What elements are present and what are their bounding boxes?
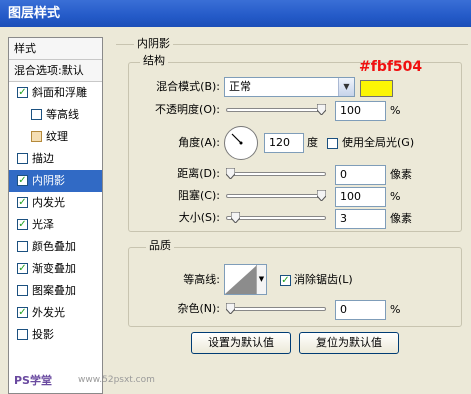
slider-thumb[interactable] [316, 103, 327, 116]
choke-label: 阻塞(C): [178, 189, 220, 202]
noise-label: 杂色(N): [177, 302, 220, 315]
angle-unit: 度 [307, 136, 318, 149]
blend-mode-value: 正常 [229, 80, 251, 93]
angle-input[interactable]: 120 [264, 133, 304, 153]
angle-label: 角度(A): [178, 136, 220, 149]
blend-mode-select[interactable]: 正常 ▼ [224, 77, 355, 97]
make-default-button[interactable]: 设置为默认值 [191, 332, 291, 354]
sidebar-item[interactable]: ✓ 渐变叠加 [9, 258, 102, 280]
sidebar-item[interactable]: ✓ 内阴影 [9, 170, 102, 192]
noise-unit: % [390, 303, 401, 316]
shadow-color-swatch[interactable] [360, 80, 393, 97]
structure-title: 结构 [140, 54, 168, 68]
sidebar-item-checkbox[interactable]: ✓ [17, 307, 28, 318]
sidebar-item-checkbox[interactable]: ✓ [17, 87, 28, 98]
sidebar-item[interactable]: 等高线 [9, 104, 102, 126]
contour-curve-icon [225, 265, 257, 294]
noise-slider[interactable] [226, 307, 326, 311]
sidebar-item-checkbox[interactable] [17, 329, 28, 340]
reset-default-button[interactable]: 复位为默认值 [299, 332, 399, 354]
sidebar-item[interactable]: ✓ 斜面和浮雕 [9, 82, 102, 104]
sidebar-item-label: 等高线 [46, 108, 79, 121]
sidebar-item[interactable]: 图案叠加 [9, 280, 102, 302]
sidebar-item-label: 内发光 [32, 196, 65, 209]
sidebar-item-checkbox[interactable]: ✓ [17, 219, 28, 230]
sidebar-item-label: 投影 [32, 328, 54, 341]
sidebar-item-checkbox[interactable] [17, 153, 28, 164]
sidebar-item-checkbox[interactable]: ✓ [17, 175, 28, 186]
global-light-label: 使用全局光(G) [342, 136, 415, 149]
noise-input[interactable]: 0 [335, 300, 386, 320]
contour-label: 等高线: [183, 273, 220, 286]
sidebar-item-checkbox[interactable]: ✓ [17, 197, 28, 208]
sidebar-item[interactable]: 投影 [9, 324, 102, 346]
opacity-label: 不透明度(O): [155, 103, 220, 116]
styles-list: 样式 混合选项:默认 ✓ 斜面和浮雕等高线纹理描边 ✓ 内阴影 ✓ 内发光 ✓ 光泽颜色叠加 ✓… [8, 37, 103, 394]
blending-options-item[interactable]: 混合选项:默认 [9, 60, 102, 82]
sidebar-item-label: 渐变叠加 [32, 262, 76, 275]
slider-thumb[interactable] [230, 211, 241, 224]
antialias-checkbox[interactable]: ✓ [280, 275, 291, 286]
distance-input[interactable]: 0 [335, 165, 386, 185]
styles-header[interactable]: 样式 [9, 38, 102, 60]
size-unit: 像素 [390, 212, 412, 225]
watermark-left: PS学堂 [14, 374, 52, 387]
sidebar-item-checkbox[interactable] [31, 109, 42, 120]
choke-unit: % [390, 190, 401, 203]
sidebar-item-label: 图案叠加 [32, 284, 76, 297]
slider-thumb[interactable] [225, 302, 236, 315]
chevron-down-icon: ▼ [256, 265, 266, 294]
sidebar-item-label: 纹理 [46, 130, 68, 143]
sidebar-item[interactable]: ✓ 内发光 [9, 192, 102, 214]
quality-title: 品质 [146, 239, 174, 253]
opacity-slider[interactable] [226, 108, 326, 112]
blend-mode-label: 混合模式(B): [156, 80, 220, 93]
global-light-checkbox[interactable] [327, 138, 338, 149]
distance-unit: 像素 [390, 168, 412, 181]
antialias-check-mark: ✓ [281, 275, 290, 286]
size-input[interactable]: 3 [335, 209, 386, 229]
sidebar-item-checkbox[interactable] [17, 285, 28, 296]
angle-needle-icon [231, 133, 243, 145]
sidebar-item[interactable]: 描边 [9, 148, 102, 170]
chevron-down-icon: ▼ [338, 78, 354, 96]
sidebar-item-label: 内阴影 [32, 174, 65, 187]
slider-thumb[interactable] [316, 189, 327, 202]
sidebar-item[interactable]: ✓ 光泽 [9, 214, 102, 236]
sidebar-item-label: 颜色叠加 [32, 240, 76, 253]
sidebar-item[interactable]: 纹理 [9, 126, 102, 148]
sidebar-item-label: 描边 [32, 152, 54, 165]
sidebar-item-checkbox[interactable] [31, 131, 42, 142]
opacity-unit: % [390, 104, 401, 117]
opacity-input[interactable]: 100 [335, 101, 386, 121]
choke-input[interactable]: 100 [335, 187, 386, 207]
sidebar-item-checkbox[interactable]: ✓ [17, 263, 28, 274]
distance-label: 距离(D): [177, 167, 220, 180]
sidebar-item[interactable]: 颜色叠加 [9, 236, 102, 258]
choke-slider[interactable] [226, 194, 326, 198]
antialias-label: 消除锯齿(L) [294, 273, 353, 286]
panel-title: 内阴影 [134, 37, 173, 51]
angle-dial[interactable] [224, 126, 258, 160]
dialog-title: 图层样式 [0, 0, 471, 27]
sidebar-item-label: 斜面和浮雕 [32, 86, 87, 99]
size-label: 大小(S): [178, 211, 220, 224]
size-slider[interactable] [226, 216, 326, 220]
sidebar-item-label: 光泽 [32, 218, 54, 231]
watermark-right: www.52psxt.com [78, 375, 155, 385]
sidebar-item-label: 外发光 [32, 306, 65, 319]
sidebar-item-checkbox[interactable] [17, 241, 28, 252]
slider-thumb[interactable] [225, 167, 236, 180]
contour-picker[interactable]: ▼ [224, 264, 267, 295]
distance-slider[interactable] [226, 172, 326, 176]
sidebar-item[interactable]: ✓ 外发光 [9, 302, 102, 324]
color-annotation: #fbf504 [359, 59, 423, 75]
